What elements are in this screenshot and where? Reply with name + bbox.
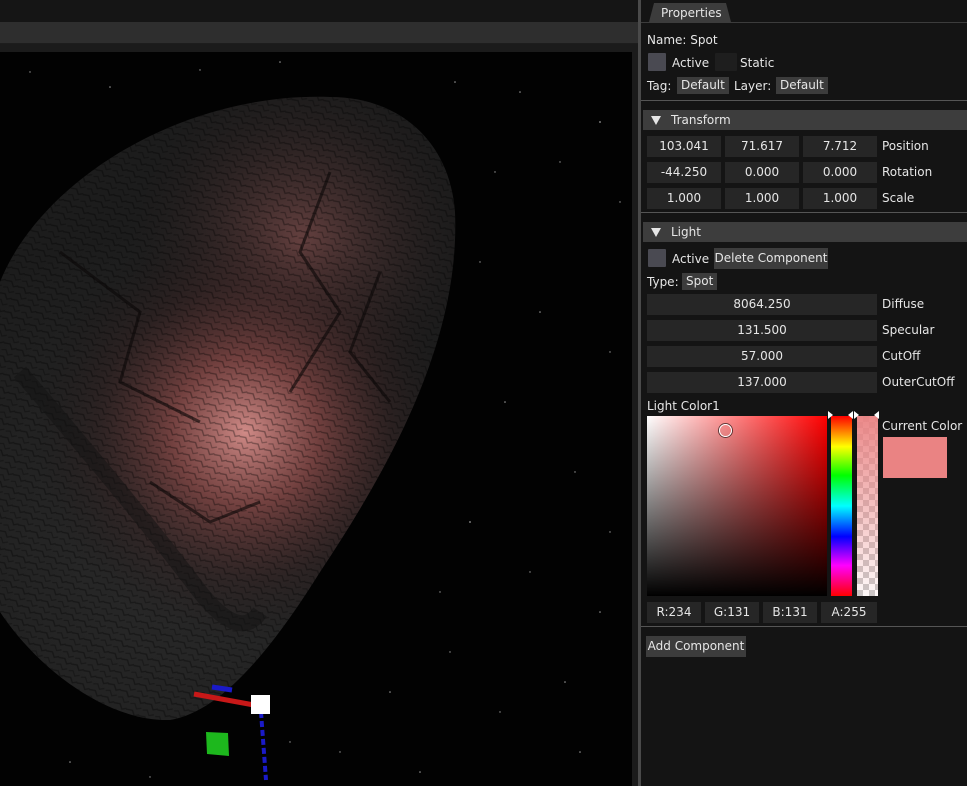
light-header[interactable]: Light xyxy=(643,222,967,242)
position-z-field[interactable]: 7.712 xyxy=(803,136,877,157)
rotation-y-field[interactable]: 0.000 xyxy=(725,162,799,183)
tab-underline xyxy=(641,22,967,23)
blue-channel-field[interactable]: B:131 xyxy=(763,602,817,623)
position-y-field[interactable]: 71.617 xyxy=(725,136,799,157)
current-color-label: Current Color xyxy=(882,419,963,433)
scene-viewport[interactable] xyxy=(0,0,638,786)
triangle-down-icon xyxy=(651,116,661,125)
active-label: Active xyxy=(672,56,710,70)
rotation-z-field[interactable]: 0.000 xyxy=(803,162,877,183)
scale-y-field[interactable]: 1.000 xyxy=(725,188,799,209)
diffuse-field[interactable]: 8064.250 xyxy=(647,294,877,315)
scale-x-field[interactable]: 1.000 xyxy=(647,188,721,209)
green-channel-field[interactable]: G:131 xyxy=(705,602,759,623)
hue-slider[interactable] xyxy=(831,416,852,596)
scale-label: Scale xyxy=(882,191,915,205)
red-channel-field[interactable]: R:234 xyxy=(647,602,701,623)
transform-header[interactable]: Transform xyxy=(643,110,967,130)
viewport-border xyxy=(0,44,638,52)
tag-dropdown[interactable]: Default xyxy=(677,77,729,94)
delete-component-button[interactable]: Delete Component xyxy=(714,248,828,269)
hue-marker-right xyxy=(848,411,853,419)
separator xyxy=(641,100,967,101)
viewport-title-bar xyxy=(0,22,638,44)
alpha-marker-right xyxy=(874,411,879,419)
cutoff-field[interactable]: 57.000 xyxy=(647,346,877,367)
light-header-label: Light xyxy=(671,225,701,239)
separator xyxy=(641,626,967,627)
diffuse-label: Diffuse xyxy=(882,297,925,311)
light-color-label: Light Color1 xyxy=(647,399,720,413)
properties-panel: Properties Name: Spot Active Static Tag:… xyxy=(641,0,967,786)
current-color-swatch[interactable] xyxy=(883,437,947,478)
cutoff-label: CutOff xyxy=(882,349,921,363)
transform-header-label: Transform xyxy=(671,113,731,127)
object-name: Name: Spot xyxy=(647,33,718,47)
triangle-down-icon xyxy=(651,228,661,237)
outer-cutoff-field[interactable]: 137.000 xyxy=(647,372,877,393)
tab-properties-label: Properties xyxy=(661,6,722,20)
alpha-channel-field[interactable]: A:255 xyxy=(821,602,877,623)
rotation-label: Rotation xyxy=(882,165,933,179)
scale-z-field[interactable]: 1.000 xyxy=(803,188,877,209)
separator xyxy=(641,212,967,213)
static-checkbox[interactable] xyxy=(715,53,737,71)
tag-label: Tag: xyxy=(647,79,672,93)
asteroid-mesh[interactable] xyxy=(0,52,632,786)
position-x-field[interactable]: 103.041 xyxy=(647,136,721,157)
scene-canvas[interactable] xyxy=(0,52,632,786)
layer-label: Layer: xyxy=(734,79,772,93)
alpha-marker-left xyxy=(854,411,859,419)
scene-render[interactable] xyxy=(0,52,632,786)
viewport-top-strip xyxy=(0,0,638,22)
tab-properties[interactable]: Properties xyxy=(649,3,731,22)
saturation-value-picker[interactable] xyxy=(647,416,827,596)
position-label: Position xyxy=(882,139,929,153)
active-checkbox[interactable] xyxy=(648,53,666,71)
color-picker-cursor[interactable] xyxy=(719,424,732,437)
light-active-label: Active xyxy=(672,252,710,266)
static-label: Static xyxy=(740,56,775,70)
layer-dropdown[interactable]: Default xyxy=(776,77,828,94)
light-type-dropdown[interactable]: Spot xyxy=(682,273,718,290)
specular-field[interactable]: 131.500 xyxy=(647,320,877,341)
light-active-checkbox[interactable] xyxy=(648,249,666,267)
hue-marker-left xyxy=(828,411,833,419)
specular-label: Specular xyxy=(882,323,935,337)
add-component-button[interactable]: Add Component xyxy=(646,636,746,657)
rotation-x-field[interactable]: -44.250 xyxy=(647,162,721,183)
light-type-label: Type: xyxy=(647,275,679,289)
alpha-slider[interactable] xyxy=(857,416,878,596)
outer-cutoff-label: OuterCutOff xyxy=(882,375,955,389)
